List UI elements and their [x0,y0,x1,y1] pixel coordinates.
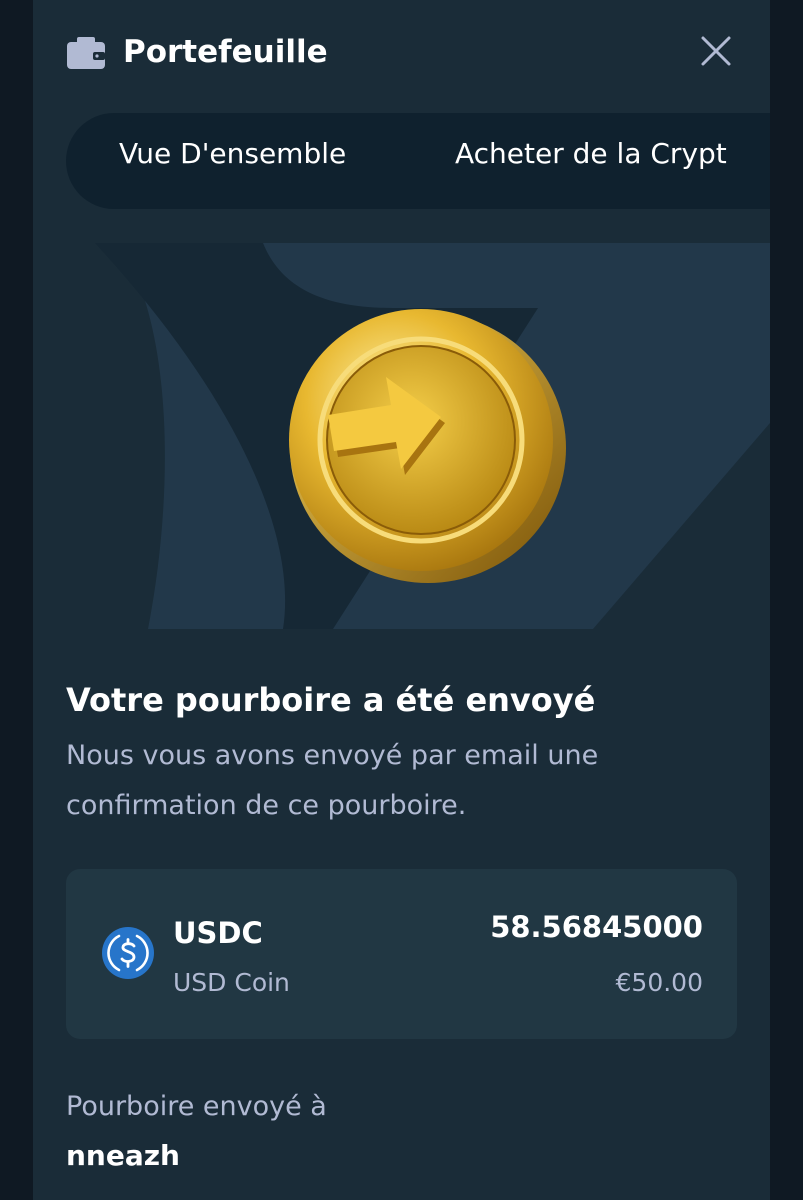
wallet-icon [67,37,105,69]
gold-coin-arrow-icon [33,243,770,629]
fiat-value: €50.00 [615,968,703,997]
recipient-username: nneazh [66,1139,180,1172]
recipient-label: Pourboire envoyé à [66,1091,327,1122]
close-icon[interactable] [697,32,735,70]
confirmation-heading: Votre pourboire a été envoyé [66,681,596,719]
coin-symbol: USDC [173,916,263,950]
tab-overview[interactable]: Vue D'ensemble [119,113,346,209]
hero-banner [33,243,770,629]
wallet-modal: Portefeuille Vue D'ensemble Acheter de l… [33,0,770,1200]
crypto-amount: 58.56845000 [490,910,703,944]
tab-buy-crypto[interactable]: Acheter de la Crypt [455,113,727,209]
wallet-tabs: Vue D'ensemble Acheter de la Crypt [66,113,770,209]
usdc-icon [102,927,154,979]
confirmation-description: Nous vous avons envoyé par email une con… [66,740,599,821]
modal-title: Portefeuille [123,34,328,70]
modal-header: Portefeuille [33,0,770,105]
transaction-card: USDC USD Coin 58.56845000 €50.00 [66,869,737,1039]
coin-name: USD Coin [173,968,290,997]
